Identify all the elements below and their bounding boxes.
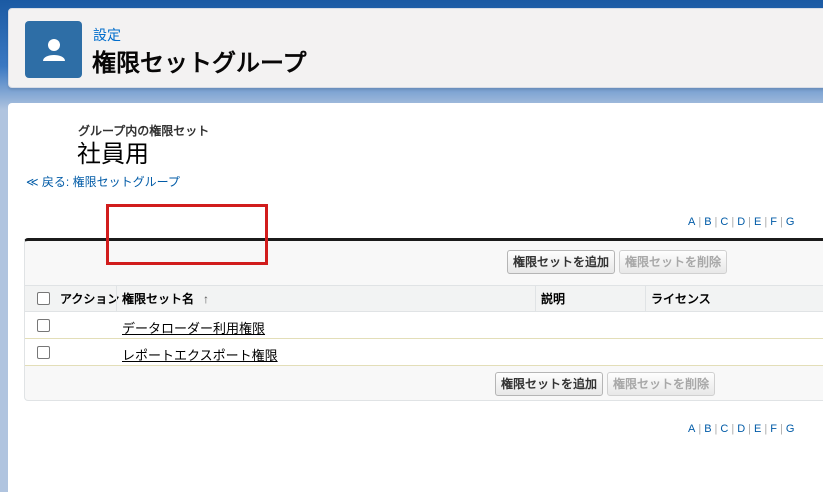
column-name[interactable]: 権限セット名 bbox=[122, 286, 194, 313]
select-all-checkbox[interactable] bbox=[37, 292, 50, 305]
separator: | bbox=[698, 423, 702, 435]
table-row: データローダー利用権限 bbox=[25, 312, 823, 339]
row-checkbox[interactable] bbox=[37, 319, 50, 332]
column-description[interactable]: 説明 bbox=[541, 286, 565, 313]
user-icon bbox=[25, 21, 82, 78]
add-permission-set-button[interactable]: 権限セットを追加 bbox=[507, 250, 616, 274]
column-license[interactable]: ライセンス bbox=[651, 286, 711, 313]
separator: | bbox=[764, 216, 768, 228]
column-divider bbox=[535, 286, 536, 313]
permission-set-list: 権限セットを追加 権限セットを削除 アクション 権限セット名 ↑ 説明 ライセン… bbox=[24, 238, 823, 401]
column-action: アクション bbox=[60, 292, 120, 306]
separator: | bbox=[779, 216, 783, 228]
header-breadcrumb[interactable]: 設定 bbox=[93, 25, 121, 45]
alpha-link-b[interactable]: B bbox=[704, 423, 711, 435]
table-row: レポートエクスポート権限 bbox=[25, 339, 823, 366]
separator: | bbox=[764, 423, 768, 435]
group-name-title: 社員用 bbox=[77, 141, 149, 168]
column-divider bbox=[116, 286, 117, 313]
permission-set-link[interactable]: データローダー利用権限 bbox=[122, 318, 265, 337]
sort-ascending-icon: ↑ bbox=[203, 292, 209, 306]
alpha-link-d[interactable]: D bbox=[737, 216, 745, 228]
separator: | bbox=[698, 216, 702, 228]
page-title: 権限セットグループ bbox=[92, 50, 307, 77]
bottom-button-bar: 権限セットを追加 権限セットを削除 bbox=[25, 367, 823, 401]
table-header: アクション 権限セット名 ↑ 説明 ライセンス bbox=[25, 285, 823, 313]
alpha-link-f[interactable]: F bbox=[770, 423, 777, 435]
add-permission-set-button[interactable]: 権限セットを追加 bbox=[495, 372, 604, 396]
alpha-link-d[interactable]: D bbox=[737, 423, 745, 435]
column-divider bbox=[645, 286, 646, 313]
separator: | bbox=[731, 423, 735, 435]
separator: | bbox=[748, 423, 752, 435]
alpha-index-top: A | B | C | D | E | F | G bbox=[688, 216, 814, 228]
alpha-link-b[interactable]: B bbox=[704, 216, 711, 228]
alpha-link-g[interactable]: G bbox=[786, 423, 795, 435]
permission-set-table: アクション 権限セット名 ↑ 説明 ライセンス データローダー利用権限 レポート… bbox=[25, 285, 823, 366]
separator: | bbox=[779, 423, 783, 435]
back-link[interactable]: ≪ 戻る: 権限セットグループ bbox=[26, 173, 180, 190]
permission-set-link[interactable]: レポートエクスポート権限 bbox=[122, 345, 278, 364]
separator: | bbox=[731, 216, 735, 228]
alpha-link-g[interactable]: G bbox=[786, 216, 795, 228]
separator: | bbox=[748, 216, 752, 228]
page-header: 設定 権限セットグループ bbox=[8, 8, 823, 88]
row-checkbox[interactable] bbox=[37, 346, 50, 359]
main-content: グループ内の権限セット 社員用 ≪ 戻る: 権限セットグループ A | B | C | D |… bbox=[8, 103, 823, 492]
remove-permission-set-button[interactable]: 権限セットを削除 bbox=[607, 372, 716, 396]
top-button-bar: 権限セットを追加 権限セットを削除 bbox=[25, 241, 823, 285]
remove-permission-set-button[interactable]: 権限セットを削除 bbox=[619, 250, 728, 274]
alpha-index-bottom: A | B | C | D | E | F | G bbox=[688, 423, 814, 435]
alpha-link-f[interactable]: F bbox=[770, 216, 777, 228]
